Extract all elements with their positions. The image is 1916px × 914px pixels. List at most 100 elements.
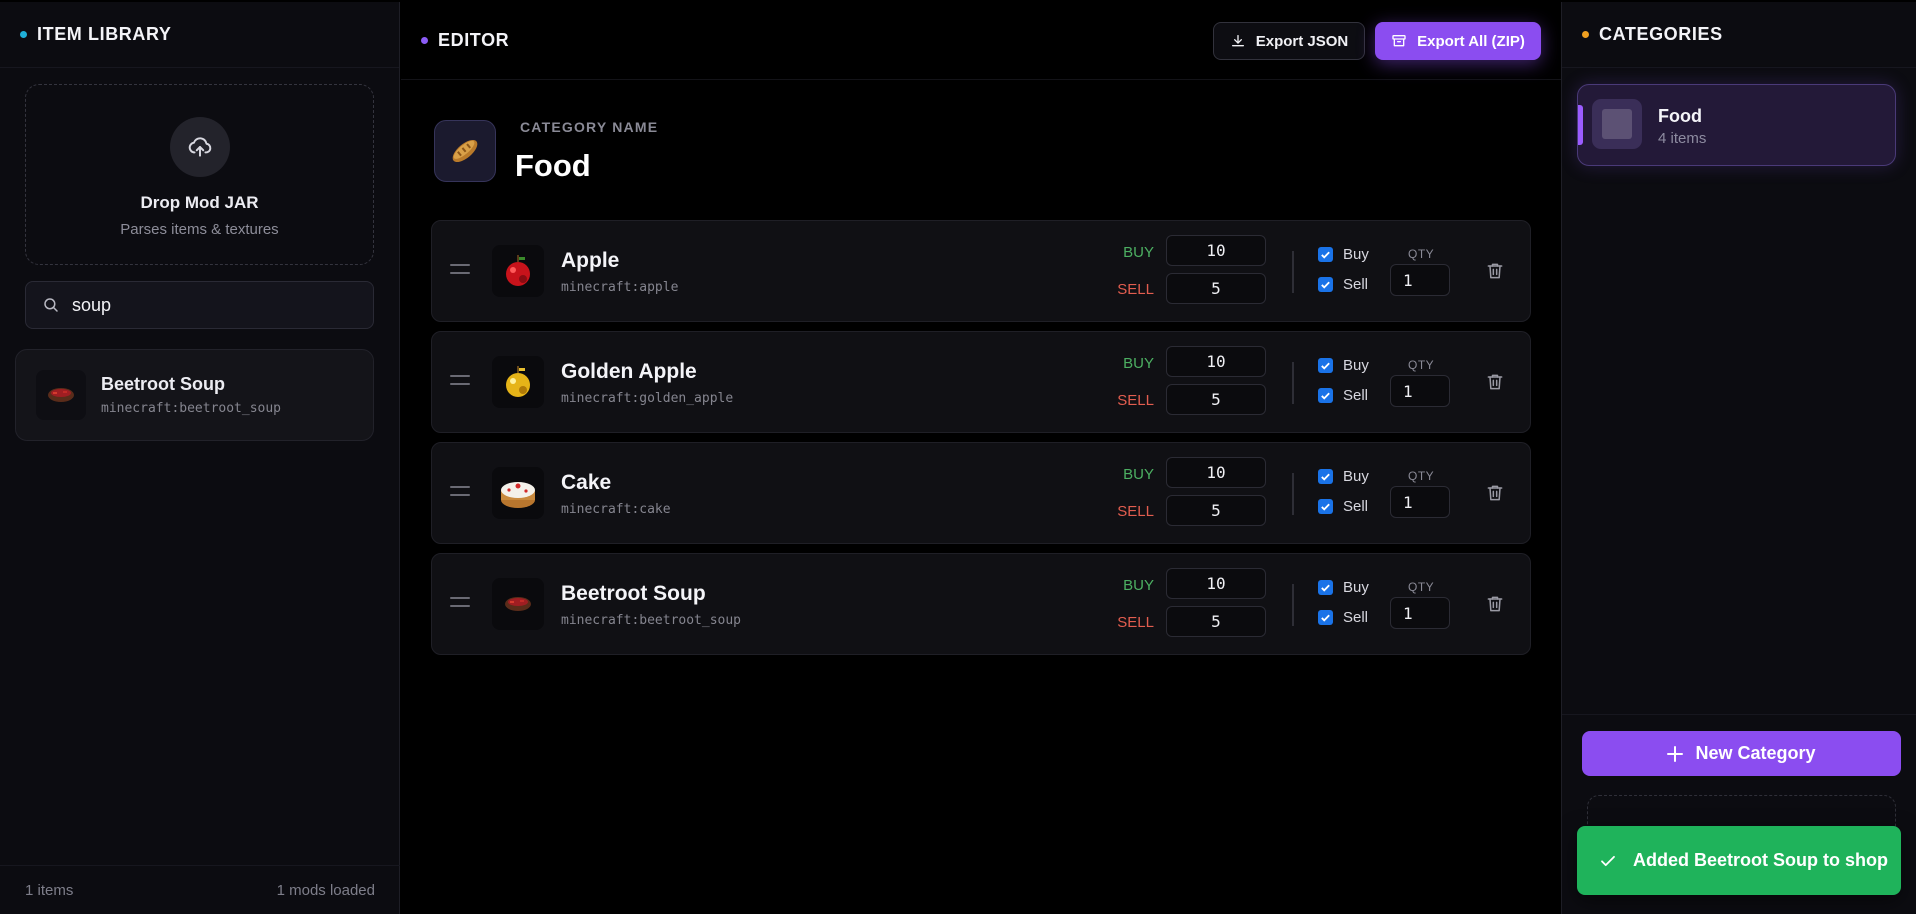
checkbox-checked-icon (1318, 469, 1333, 484)
success-toast[interactable]: Added Beetroot Soup to shop (1577, 826, 1901, 895)
shop-item-row[interactable]: Apple minecraft:apple BUY SELL Buy Sell … (431, 220, 1531, 322)
checkbox-checked-icon (1318, 358, 1333, 373)
bread-icon[interactable] (434, 120, 496, 182)
category-placeholder-icon (1592, 99, 1642, 149)
trash-icon[interactable] (1485, 260, 1505, 287)
library-title: ITEM LIBRARY (37, 24, 172, 44)
search-box[interactable] (25, 281, 374, 329)
search-input[interactable] (72, 294, 352, 316)
library-item-name: Beetroot Soup (101, 374, 225, 394)
export-json-label: Export JSON (1255, 32, 1349, 50)
item-id: minecraft:apple (561, 280, 679, 295)
download-icon (1231, 35, 1244, 47)
categories-panel: CATEGORIES Food 4 items New Category (1561, 2, 1916, 914)
quantity-label: QTY (1408, 469, 1435, 483)
quantity-input[interactable] (1390, 597, 1450, 629)
divider (1292, 251, 1294, 293)
quantity-input[interactable] (1390, 486, 1450, 518)
search-icon (44, 298, 58, 312)
buy-price-input[interactable] (1166, 235, 1266, 266)
buy-enabled-checkbox[interactable]: Buy (1318, 246, 1369, 263)
category-item-name: Food (1658, 106, 1702, 126)
quantity-input[interactable] (1390, 375, 1450, 407)
divider (1292, 473, 1294, 515)
editor-panel: EDITOR Export JSON Export All (ZIP) CATE… (401, 2, 1561, 914)
sell-price-label: SELL (1117, 614, 1154, 631)
upload-icon (169, 117, 230, 177)
sell-price-input[interactable] (1166, 384, 1266, 415)
sell-price-input[interactable] (1166, 273, 1266, 304)
active-indicator (1578, 105, 1583, 145)
item-name: Apple (561, 249, 620, 272)
editor-status-dot (421, 37, 428, 44)
sell-price-input[interactable] (1166, 495, 1266, 526)
item-id: minecraft:beetroot_soup (561, 613, 742, 628)
quantity-label: QTY (1408, 247, 1435, 261)
buy-enabled-checkbox[interactable]: Buy (1318, 468, 1369, 485)
buy-enabled-checkbox[interactable]: Buy (1318, 579, 1369, 596)
golden-apple-icon (492, 356, 544, 408)
checkbox-checked-icon (1318, 247, 1333, 262)
library-footer: 1 items 1 mods loaded (0, 865, 400, 914)
drag-handle-icon[interactable] (450, 486, 470, 502)
library-item-id: minecraft:beetroot_soup (101, 401, 282, 416)
library-result-item[interactable]: Beetroot Soup minecraft:beetroot_soup (15, 349, 374, 441)
apple-icon (492, 245, 544, 297)
export-all-label: Export All (ZIP) (1417, 32, 1525, 50)
buy-price-input[interactable] (1166, 568, 1266, 599)
archive-icon (1392, 35, 1406, 47)
buy-enabled-checkbox[interactable]: Buy (1318, 357, 1369, 374)
toast-message: Added Beetroot Soup to shop (1633, 850, 1888, 870)
category-item-count: 4 items (1658, 130, 1707, 147)
sell-price-label: SELL (1117, 281, 1154, 298)
category-name-label: CATEGORY NAME (520, 119, 659, 135)
category-item-food[interactable]: Food 4 items (1577, 84, 1896, 166)
buy-price-input[interactable] (1166, 457, 1266, 488)
divider (1292, 584, 1294, 626)
export-all-zip-button[interactable]: Export All (ZIP) (1375, 22, 1541, 60)
trash-icon[interactable] (1485, 371, 1505, 398)
category-name-field[interactable]: Food (515, 148, 591, 184)
drag-handle-icon[interactable] (450, 264, 470, 280)
checkbox-checked-icon (1318, 610, 1333, 625)
buy-checkbox-label: Buy (1343, 579, 1369, 596)
export-json-button[interactable]: Export JSON (1213, 22, 1365, 60)
checkbox-checked-icon (1318, 388, 1333, 403)
sell-enabled-checkbox[interactable]: Sell (1318, 498, 1368, 515)
item-name: Golden Apple (561, 360, 697, 383)
sell-enabled-checkbox[interactable]: Sell (1318, 387, 1368, 404)
mods-loaded-count: 1 mods loaded (276, 881, 375, 899)
library-header: ITEM LIBRARY (0, 2, 399, 68)
quantity-input[interactable] (1390, 264, 1450, 296)
sell-enabled-checkbox[interactable]: Sell (1318, 276, 1368, 293)
sell-checkbox-label: Sell (1343, 387, 1369, 404)
sell-price-input[interactable] (1166, 606, 1266, 637)
plus-icon (1667, 745, 1684, 762)
drag-handle-icon[interactable] (450, 597, 470, 613)
mod-jar-dropzone[interactable]: Drop Mod JAR Parses items & textures (25, 84, 374, 265)
sell-enabled-checkbox[interactable]: Sell (1318, 609, 1368, 626)
quantity-label: QTY (1408, 358, 1435, 372)
editor-header: EDITOR Export JSON Export All (ZIP) (401, 2, 1561, 80)
buy-price-label: BUY (1123, 355, 1154, 372)
item-count: 1 items (25, 881, 74, 899)
item-name: Beetroot Soup (561, 582, 706, 605)
trash-icon[interactable] (1485, 593, 1505, 620)
checkbox-checked-icon (1318, 499, 1333, 514)
shop-item-row[interactable]: Beetroot Soup minecraft:beetroot_soup BU… (431, 553, 1531, 655)
buy-price-label: BUY (1123, 466, 1154, 483)
beetroot-soup-icon (36, 370, 86, 420)
drag-handle-icon[interactable] (450, 375, 470, 391)
shop-item-row[interactable]: Cake minecraft:cake BUY SELL Buy Sell QT… (431, 442, 1531, 544)
item-id: minecraft:cake (561, 502, 671, 517)
trash-icon[interactable] (1485, 482, 1505, 509)
buy-price-label: BUY (1123, 577, 1154, 594)
dropzone-subtitle: Parses items & textures (120, 221, 279, 238)
categories-title: CATEGORIES (1599, 24, 1723, 44)
checkbox-checked-icon (1318, 277, 1333, 292)
shop-item-row[interactable]: Golden Apple minecraft:golden_apple BUY … (431, 331, 1531, 433)
new-category-button[interactable]: New Category (1582, 731, 1901, 776)
item-library-panel: ITEM LIBRARY Drop Mod JAR Parses items &… (0, 2, 400, 914)
buy-price-input[interactable] (1166, 346, 1266, 377)
new-category-label: New Category (1695, 743, 1816, 763)
